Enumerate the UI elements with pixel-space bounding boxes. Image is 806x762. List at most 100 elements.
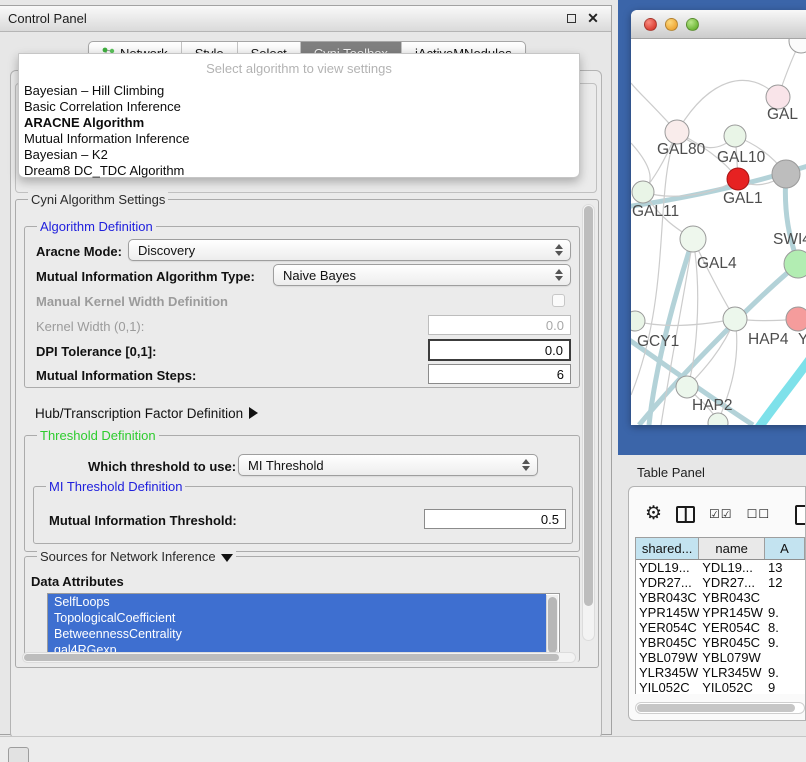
label-gal1: GAL1 [723, 190, 763, 207]
popup-item-basic-correlation[interactable]: Basic Correlation Inference [19, 99, 579, 115]
hub-tf-definition-label: Hub/Transcription Factor Definition [35, 406, 243, 421]
label-y-cut: Y [798, 331, 806, 348]
node-table: shared... name A YDL19...YDL19...13 YDR2… [635, 537, 805, 694]
node-gray[interactable] [772, 160, 800, 188]
columns-icon[interactable] [676, 506, 695, 523]
scrollbar-thumb[interactable] [548, 597, 557, 653]
node-partial-top[interactable] [789, 39, 806, 53]
node-hap4[interactable] [723, 307, 747, 331]
popup-item-mutual-information[interactable]: Mutual Information Inference [19, 131, 579, 147]
which-threshold-label: Which threshold to use: [88, 459, 236, 474]
table-row[interactable]: YLR345WYLR345W9. [636, 665, 805, 680]
sources-legend-label: Sources for Network Inference [40, 549, 216, 564]
table-row[interactable]: YIL052CYIL052C9 [636, 680, 805, 694]
mi-algorithm-type-value: Naive Bayes [283, 268, 356, 283]
label-gal-cut: GAL [767, 106, 798, 123]
list-item-betweennesscentrality[interactable]: BetweennessCentrality [48, 626, 546, 642]
manual-kernel-width-checkbox[interactable] [552, 294, 565, 307]
hub-tf-definition-toggle[interactable]: Hub/Transcription Factor Definition [35, 406, 258, 421]
label-gal4: GAL4 [697, 255, 737, 272]
node-salmon[interactable] [786, 307, 806, 331]
label-swi4: SWI4 [773, 231, 806, 248]
column-header-name[interactable]: name [699, 538, 765, 559]
edge-cyan [755, 355, 806, 425]
node-gal10[interactable] [724, 125, 746, 147]
settings-vertical-scrollbar[interactable] [582, 204, 595, 641]
label-gcy1: GCY1 [637, 333, 679, 350]
zoom-window-icon[interactable] [686, 18, 699, 31]
control-panel-title: Control Panel [8, 11, 87, 26]
table-row[interactable]: YBR043CYBR043C [636, 590, 805, 605]
list-item-selfloops[interactable]: SelfLoops [48, 594, 546, 610]
combo-stepper-icon [555, 244, 563, 256]
which-threshold-value: MI Threshold [248, 458, 324, 473]
cyni-algorithm-settings-group: Cyni Algorithm Settings Algorithm Defini… [15, 199, 599, 668]
settings-horizontal-scrollbar[interactable] [22, 652, 576, 663]
network-graph: GAL GAL80 GAL10 GAL1 GAL11 SWI4 GAL4 GCY… [631, 39, 806, 425]
table-horizontal-scrollbar[interactable] [635, 702, 805, 714]
table-row[interactable]: YDL19...YDL19...13 [636, 560, 805, 575]
dpi-tolerance-field[interactable]: 0.0 [428, 339, 571, 361]
data-attributes-label: Data Attributes [31, 574, 124, 589]
popup-item-bayesian-k2[interactable]: Bayesian – K2 [19, 147, 579, 163]
mi-steps-field[interactable]: 6 [428, 364, 571, 384]
scrollbar-thumb[interactable] [637, 704, 795, 712]
algorithm-select-popup: Select algorithm to view settings Bayesi… [18, 53, 580, 178]
network-window-titlebar[interactable] [631, 10, 806, 39]
label-gal10: GAL10 [717, 149, 766, 166]
label-gal11: GAL11 [632, 203, 679, 220]
panel-grip-button[interactable] [8, 747, 29, 762]
dpi-tolerance-label: DPI Tolerance [0,1]: [36, 344, 156, 359]
scrollbar-thumb[interactable] [584, 206, 593, 606]
table-panel: ⚙ ☑☑ ☐☐ shared... name A YDL19...YDL19..… [628, 486, 806, 721]
node-gal1[interactable] [727, 168, 749, 190]
popup-item-dream8[interactable]: Dream8 DC_TDC Algorithm [19, 163, 579, 179]
network-canvas[interactable]: GAL GAL80 GAL10 GAL1 GAL11 SWI4 GAL4 GCY… [631, 39, 806, 425]
minimize-window-icon[interactable] [665, 18, 678, 31]
node-gal4[interactable] [680, 226, 706, 252]
label-gal80: GAL80 [657, 141, 706, 158]
node-gcy1[interactable] [631, 311, 645, 331]
node-gal11[interactable] [632, 181, 654, 203]
deselect-all-columns-icon[interactable]: ☐☐ [747, 507, 771, 521]
table-row[interactable]: YER054CYER054C8. [636, 620, 805, 635]
network-view-window[interactable]: GAL GAL80 GAL10 GAL1 GAL11 SWI4 GAL4 GCY… [631, 10, 806, 425]
manual-kernel-width-label: Manual Kernel Width Definition [36, 294, 228, 309]
mi-algorithm-type-label: Mutual Information Algorithm Type: [36, 269, 255, 284]
algorithm-definition-legend: Algorithm Definition [37, 219, 156, 234]
aracne-mode-combobox[interactable]: Discovery [128, 239, 571, 261]
table-header-row: shared... name A [636, 538, 805, 560]
close-panel-button[interactable]: ✕ [585, 11, 601, 27]
node-partial-bottom[interactable] [708, 413, 728, 425]
label-hap4: HAP4 [748, 331, 789, 348]
table-panel-title: Table Panel [637, 465, 705, 480]
sources-legend[interactable]: Sources for Network Inference [37, 549, 236, 564]
float-window-button[interactable] [563, 11, 579, 27]
table-toolbar: ⚙ ☑☑ ☐☐ [629, 497, 805, 531]
mi-threshold-label: Mutual Information Threshold: [49, 513, 237, 528]
bottom-strip [0, 737, 806, 762]
label-hap2: HAP2 [692, 397, 733, 414]
column-header-shared-name[interactable]: shared... [636, 538, 699, 559]
table-row[interactable]: YDR27...YDR27...12 [636, 575, 805, 590]
aracne-mode-value: Discovery [138, 243, 195, 258]
float-icon [567, 14, 576, 23]
table-row[interactable]: YPR145WYPR145W9. [636, 605, 805, 620]
gear-icon[interactable]: ⚙ [645, 505, 662, 523]
kernel-width-field[interactable]: 0.0 [428, 315, 571, 335]
table-row[interactable]: YBL079WYBL079W [636, 650, 805, 665]
column-header-partial[interactable]: A [765, 538, 805, 559]
select-all-columns-icon[interactable]: ☑☑ [709, 507, 733, 521]
popup-item-bayesian-hill-climbing[interactable]: Bayesian – Hill Climbing [19, 83, 579, 99]
close-window-icon[interactable] [644, 18, 657, 31]
list-item-topologicalcoefficient[interactable]: TopologicalCoefficient [48, 610, 546, 626]
export-table-icon[interactable] [795, 505, 806, 525]
mi-algorithm-type-combobox[interactable]: Naive Bayes [273, 264, 571, 286]
threshold-definition-group: Threshold Definition Which threshold to … [24, 435, 580, 552]
table-row[interactable]: YBR045CYBR045C9. [636, 635, 805, 650]
node-hap2[interactable] [676, 376, 698, 398]
popup-item-aracne[interactable]: ARACNE Algorithm [19, 115, 579, 131]
mi-threshold-field[interactable]: 0.5 [424, 509, 566, 529]
which-threshold-combobox[interactable]: MI Threshold [238, 454, 538, 476]
scrollbar-thumb[interactable] [24, 654, 559, 661]
